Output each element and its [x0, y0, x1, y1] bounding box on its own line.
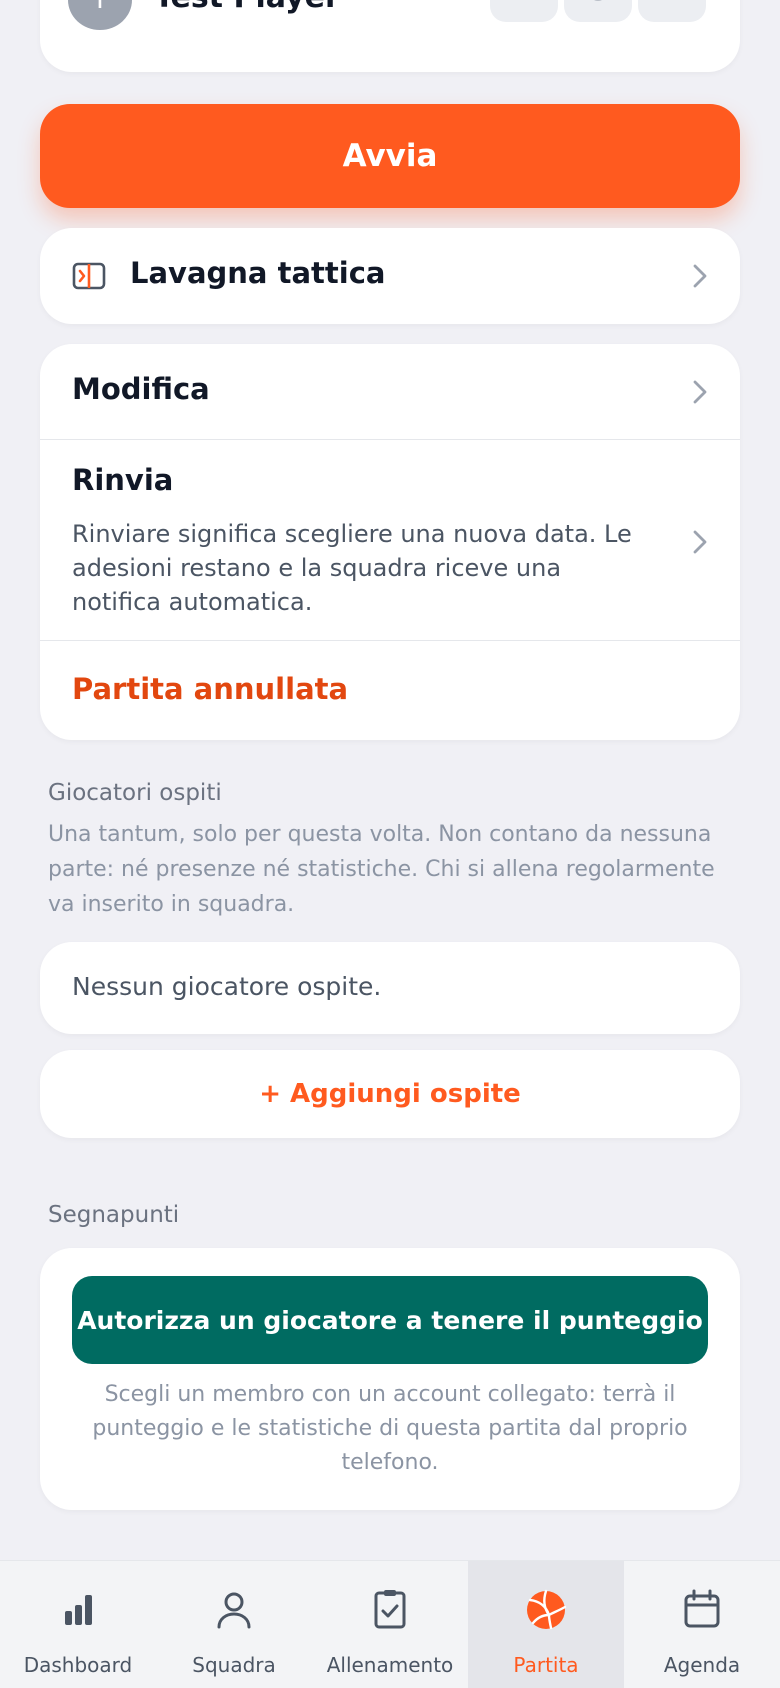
chevron-right-icon — [693, 530, 707, 554]
tab-label: Allenamento — [326, 1653, 454, 1677]
attend-yes-button[interactable] — [490, 0, 558, 22]
chevron-right-icon — [693, 264, 707, 288]
player-name: Test Player — [154, 0, 340, 15]
tab-label: Dashboard — [23, 1653, 133, 1677]
tab-agenda[interactable]: Agenda — [624, 1561, 780, 1688]
cancelled-match-row[interactable]: Partita annullata — [40, 642, 740, 740]
tab-dashboard[interactable]: Dashboard — [0, 1561, 156, 1688]
match-actions-card: Modifica Rinvia Rinviare significa scegl… — [40, 344, 740, 740]
guests-empty-text: Nessun giocatore ospite. — [72, 972, 382, 1001]
postpone-description: Rinviare significa scegliere una nuova d… — [72, 520, 632, 616]
player-avatar: T — [68, 0, 132, 30]
tab-squadra[interactable]: Squadra — [156, 1561, 312, 1688]
volleyball-icon — [527, 1589, 567, 1630]
scorekeeper-note: Scegli un membro con un account collegat… — [92, 1382, 688, 1475]
edit-match-row[interactable]: Modifica — [40, 344, 740, 440]
guests-section-description: Una tantum, solo per questa volta. Non c… — [48, 822, 715, 917]
cancelled-label: Partita annullata — [72, 672, 349, 706]
tab-label: Partita — [513, 1653, 579, 1677]
guests-section-label: Giocatori ospiti — [48, 780, 222, 806]
calendar-icon — [684, 1589, 720, 1628]
tab-label: Squadra — [192, 1653, 276, 1677]
attend-no-button[interactable] — [638, 0, 706, 22]
scorekeeper-card: Autorizza un giocatore a tenere il punte… — [40, 1248, 740, 1510]
user-icon — [217, 1592, 251, 1629]
tab-allenamento[interactable]: Allenamento — [312, 1561, 468, 1688]
tactics-board-icon — [72, 262, 106, 290]
tactics-board-label: Lavagna tattica — [130, 256, 386, 290]
match-detail-scroll[interactable]: T Test Player Avvia Lavagna tattica Modi… — [0, 0, 780, 1560]
postpone-label: Rinvia — [72, 463, 174, 497]
add-guest-label: + Aggiungi ospite — [259, 1079, 521, 1109]
bottom-tab-bar: Dashboard Squadra Allenamento Partita Ag… — [0, 1560, 780, 1688]
close-icon — [657, 0, 687, 3]
add-guest-button[interactable]: + Aggiungi ospite — [40, 1050, 740, 1138]
question-icon — [594, 0, 602, 1]
player-row-card: T Test Player — [40, 0, 740, 72]
bar-chart-icon — [65, 1595, 92, 1625]
check-icon — [509, 0, 539, 3]
scorekeeper-section-label: Segnapunti — [48, 1202, 180, 1228]
chevron-right-icon — [693, 380, 707, 404]
authorize-scorekeeper-button[interactable]: Autorizza un giocatore a tenere il punte… — [72, 1276, 708, 1364]
guests-empty-state: Nessun giocatore ospite. — [40, 942, 740, 1034]
clipboard-check-icon — [374, 1590, 406, 1629]
tab-label: Agenda — [663, 1653, 741, 1677]
edit-label: Modifica — [72, 372, 210, 406]
attend-maybe-button[interactable] — [564, 0, 632, 22]
tactics-board-row[interactable]: Lavagna tattica — [40, 228, 740, 324]
start-match-button[interactable]: Avvia — [40, 104, 740, 208]
postpone-match-row[interactable]: Rinvia Rinviare significa scegliere una … — [40, 441, 740, 641]
tab-partita[interactable]: Partita — [468, 1561, 624, 1688]
